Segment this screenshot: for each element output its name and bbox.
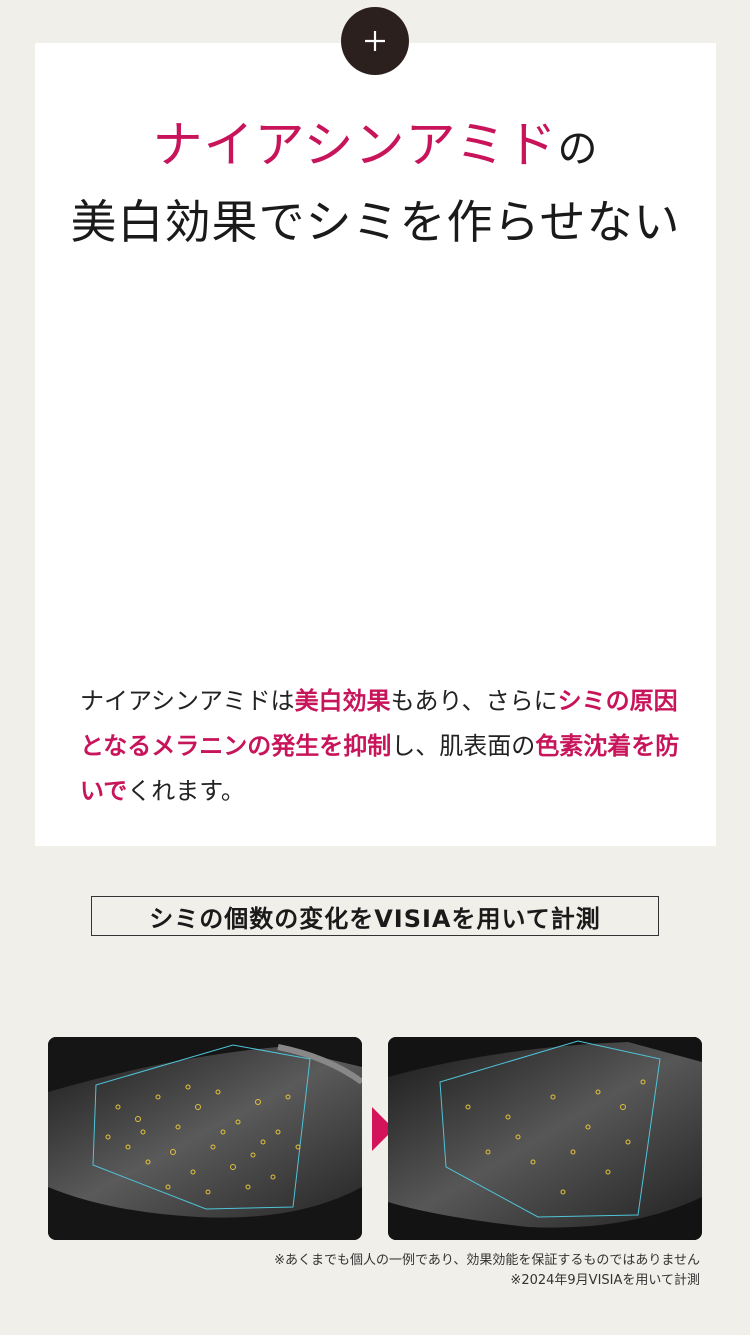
para-text-3: し、肌表面の xyxy=(391,732,536,760)
disclaimer-notes: ※あくまでも個人の一例であり、効果効能を保証するものではありません ※2024年… xyxy=(140,1251,700,1291)
measurement-label: シミの個数の変化をVISIAを用いて計測 xyxy=(91,896,659,936)
disclaimer-line1: ※あくまでも個人の一例であり、効果効能を保証するものではありません xyxy=(274,1253,700,1268)
para-highlight-1: 美白効果 xyxy=(294,687,391,715)
before-photo xyxy=(48,1037,362,1240)
after-photo xyxy=(388,1037,702,1240)
disclaimer-line2: ※2024年9月VISIAを用いて計測 xyxy=(510,1273,700,1288)
headline-particle: の xyxy=(557,126,599,172)
para-text-4: くれます。 xyxy=(127,777,245,805)
description-paragraph: ナイアシンアミドは美白効果もあり、さらにシミの原因となるメラニンの発生を抑制し、… xyxy=(80,679,680,814)
headline-line1: ナイアシンアミドの xyxy=(35,105,716,177)
plus-icon xyxy=(341,7,409,75)
headline-accent: ナイアシンアミド xyxy=(152,116,558,174)
para-text-2: もあり、さらに xyxy=(390,687,558,715)
para-text-1: ナイアシンアミドは xyxy=(80,687,295,715)
headline-line2: 美白効果でシミを作らせない xyxy=(70,195,681,249)
